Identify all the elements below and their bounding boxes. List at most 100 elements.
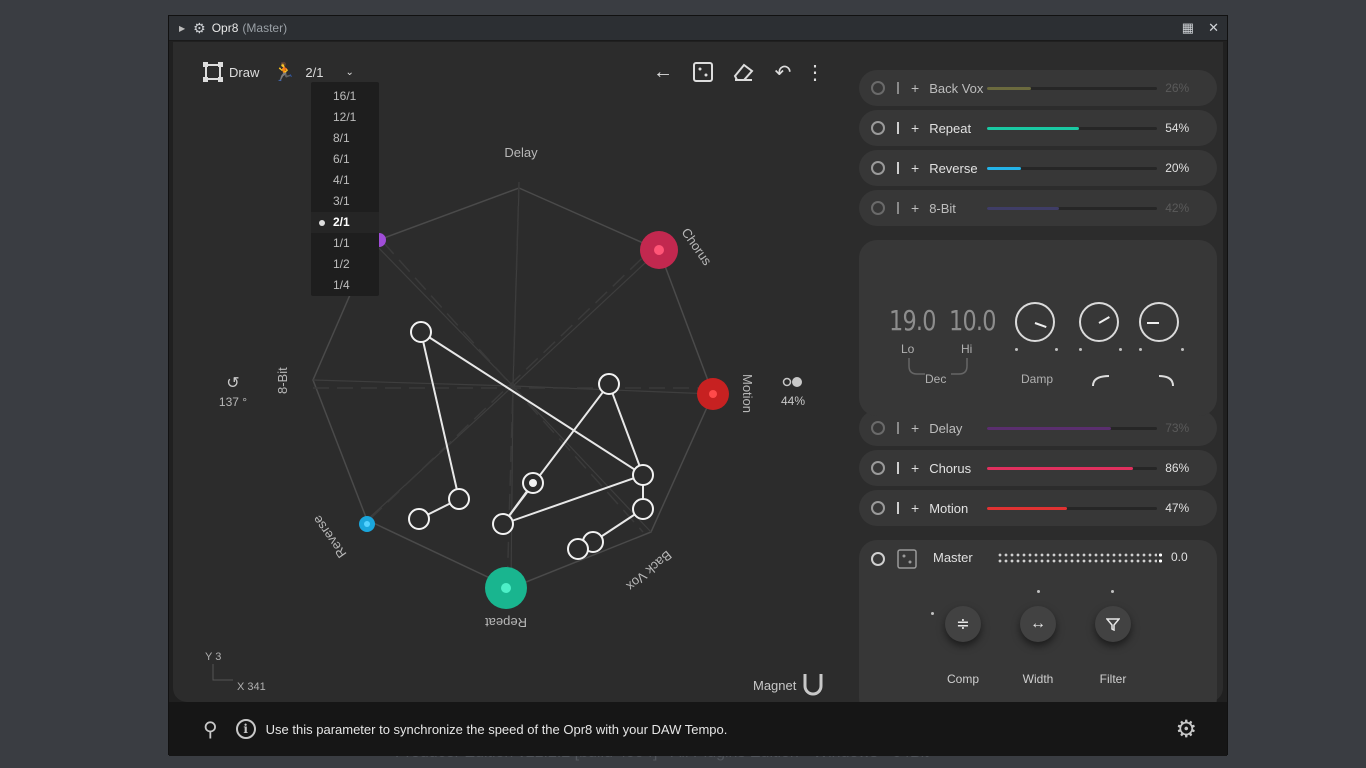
plugin-window: ▶ ⚙ Opr8 (Master) ▦ ✕ Draw 🏃 2/1 ⌄ ← ↶ ⋮… xyxy=(168,15,1228,756)
rate-option[interactable]: 12/1 xyxy=(311,107,379,128)
collapse-triangle-icon[interactable]: ▶ xyxy=(179,24,185,33)
axis-label-chorus: Chorus xyxy=(679,225,716,268)
effect-slider[interactable] xyxy=(987,506,1158,510)
search-icon[interactable]: ⚲ xyxy=(203,717,218,742)
rate-option[interactable]: 3/1 xyxy=(311,191,379,212)
effect-row[interactable]: + Reverse 20% xyxy=(859,150,1217,186)
rotate-icon[interactable]: ↺ xyxy=(226,375,239,392)
expand-plus-icon[interactable]: + xyxy=(911,80,919,96)
width-arrows-icon: ↔ xyxy=(1030,615,1046,632)
effect-divider xyxy=(897,502,899,514)
width-button[interactable]: ↔ xyxy=(1020,606,1056,642)
reverb-hi-value[interactable]: 10.0 xyxy=(949,304,996,337)
effect-row[interactable]: + Repeat 54% xyxy=(859,110,1217,146)
effect-label: Repeat xyxy=(929,120,972,136)
reverb-knob-2[interactable] xyxy=(1079,302,1119,342)
close-icon[interactable]: ✕ xyxy=(1208,20,1219,36)
expand-plus-icon[interactable]: + xyxy=(911,420,919,436)
effect-enable-toggle[interactable] xyxy=(871,421,885,435)
effect-label: Reverse xyxy=(929,160,978,176)
compress-icon: ≑ xyxy=(956,616,970,633)
rate-option[interactable]: 8/1 xyxy=(311,128,379,149)
rate-dropdown: 16/1 12/1 8/1 6/1 4/1 3/1 2/1 1/1 1/2 1/4 xyxy=(311,82,379,296)
rate-option[interactable]: 1/1 xyxy=(311,233,379,254)
effect-slider[interactable] xyxy=(987,206,1158,210)
curve-icons[interactable] xyxy=(1089,372,1209,392)
effect-enable-toggle[interactable] xyxy=(871,501,885,515)
rate-option[interactable]: 1/2 xyxy=(311,254,379,275)
magnet-label: Magnet xyxy=(753,678,797,693)
reverb-hi-label: Hi xyxy=(961,342,973,356)
effect-label: Delay xyxy=(929,420,963,436)
info-icon: i xyxy=(235,719,256,739)
motion-handle-core xyxy=(709,390,717,398)
master-level-meter[interactable] xyxy=(997,552,1157,564)
effect-divider xyxy=(897,82,899,94)
expand-plus-icon[interactable]: + xyxy=(911,120,919,136)
motion-value: 44% xyxy=(781,394,805,408)
filter-icon xyxy=(1106,618,1120,631)
effect-slider[interactable] xyxy=(987,426,1158,430)
comp-button[interactable]: ≑ xyxy=(945,606,981,642)
effect-divider xyxy=(897,462,899,474)
effect-slider-fill xyxy=(987,86,1032,90)
motion-toggle-off[interactable] xyxy=(782,377,792,387)
settings-gear-icon[interactable]: ⚙ xyxy=(1175,715,1197,744)
effect-percent: 54% xyxy=(1165,121,1190,135)
plugin-target: (Master) xyxy=(242,21,288,35)
motion-toggle-on[interactable] xyxy=(792,377,802,387)
effect-percent: 26% xyxy=(1165,81,1190,95)
expand-plus-icon[interactable]: + xyxy=(911,460,919,476)
effect-percent: 20% xyxy=(1165,161,1190,175)
comp-label: Comp xyxy=(946,672,979,686)
expand-plus-icon[interactable]: + xyxy=(911,500,919,516)
rate-option[interactable]: 4/1 xyxy=(311,170,379,191)
reverb-knob-3[interactable] xyxy=(1139,302,1179,342)
reverse-handle-core xyxy=(364,521,370,527)
effect-enable-toggle[interactable] xyxy=(871,201,885,215)
chorus-handle-core xyxy=(654,245,664,255)
magnet-icon[interactable] xyxy=(803,674,823,696)
effect-row[interactable]: +8-Bit 42% xyxy=(859,190,1217,226)
coord-corner xyxy=(212,664,233,681)
rate-option[interactable]: 6/1 xyxy=(311,149,379,170)
effect-slider[interactable] xyxy=(987,86,1158,90)
effect-enable-toggle[interactable] xyxy=(871,161,885,175)
filter-button[interactable] xyxy=(1095,606,1131,642)
reverb-dec-label: Dec xyxy=(925,372,947,386)
effect-slider-fill xyxy=(987,426,1112,430)
effect-row[interactable]: + Chorus 86% xyxy=(859,450,1217,486)
effect-slider[interactable] xyxy=(987,166,1158,170)
effect-percent: 47% xyxy=(1165,501,1190,515)
rate-option[interactable]: 2/1 xyxy=(311,212,379,233)
expand-plus-icon[interactable]: + xyxy=(911,160,919,176)
rate-option[interactable]: 16/1 xyxy=(311,86,379,107)
master-ring-toggle[interactable] xyxy=(871,552,885,566)
effect-slider-fill xyxy=(987,206,1059,210)
expand-plus-icon[interactable]: + xyxy=(911,200,919,216)
status-bar: ⚲ i Use this parameter to synchronize th… xyxy=(169,702,1227,756)
plugin-name: Opr8 xyxy=(211,21,239,35)
effect-label: Back Vox xyxy=(929,80,984,96)
effect-label: Chorus xyxy=(929,460,972,476)
effect-row[interactable]: + Motion 47% xyxy=(859,490,1217,526)
reverb-lo-label: Lo xyxy=(901,342,915,356)
plugin-body: Draw 🏃 2/1 ⌄ ← ↶ ⋮ Delay Chorus Motion B… xyxy=(173,42,1223,716)
damp-knob[interactable] xyxy=(1015,302,1055,342)
xy-graph[interactable]: Delay Chorus Motion Back Vox Repeat Reve… xyxy=(173,42,853,702)
repeat-handle-core xyxy=(501,583,511,593)
effect-slider[interactable] xyxy=(987,126,1158,130)
dice-icon[interactable] xyxy=(897,549,917,569)
effect-row[interactable]: + Back Vox 26% xyxy=(859,70,1217,106)
rate-option[interactable]: 1/4 xyxy=(311,275,379,296)
reverb-lo-value[interactable]: 19.0 xyxy=(889,304,936,337)
effect-enable-toggle[interactable] xyxy=(871,121,885,135)
effect-divider xyxy=(897,422,899,434)
plugin-menu-icon[interactable]: ▦ xyxy=(1182,20,1194,36)
plugin-gear-icon[interactable]: ⚙ xyxy=(193,20,206,37)
effect-divider xyxy=(897,162,899,174)
effect-slider[interactable] xyxy=(987,466,1158,470)
effect-enable-toggle[interactable] xyxy=(871,81,885,95)
effect-slider-fill xyxy=(987,466,1134,470)
effect-enable-toggle[interactable] xyxy=(871,461,885,475)
